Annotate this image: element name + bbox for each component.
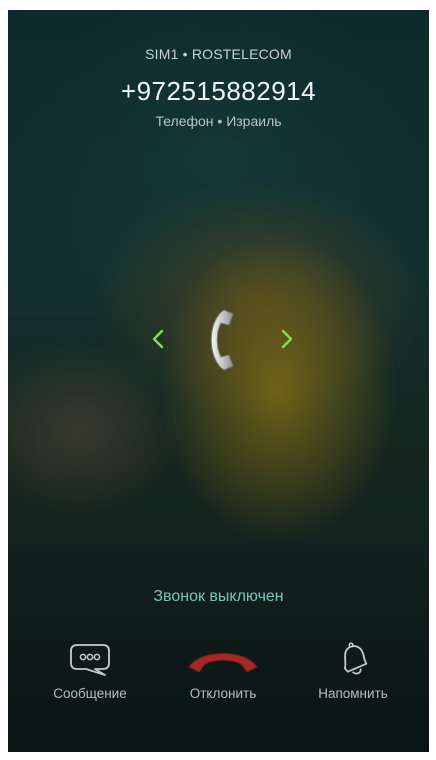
decline-handset-icon xyxy=(188,653,258,673)
remind-button-label: Напомнить xyxy=(318,686,388,701)
caller-number: +972515882914 xyxy=(120,76,317,106)
incoming-call-screen: SIM1 • ROSTELECOM +972515882914 Телефон … xyxy=(8,10,429,752)
message-bubble-icon xyxy=(70,644,110,676)
handset-icon[interactable] xyxy=(202,308,236,372)
message-button-label: Сообщение xyxy=(53,686,127,701)
bell-icon xyxy=(343,642,368,675)
decline-button-label: Отклонить xyxy=(189,686,257,701)
caller-location-label: Телефон • Израиль xyxy=(155,113,282,129)
message-button[interactable]: Сообщение xyxy=(30,640,150,701)
sim-carrier-label: SIM1 • ROSTELECOM xyxy=(145,46,292,62)
remind-button[interactable]: Напомнить xyxy=(293,640,413,701)
decline-button[interactable]: Отклонить xyxy=(163,640,283,701)
chevron-left-icon[interactable] xyxy=(150,328,166,350)
chevron-right-icon[interactable] xyxy=(279,328,295,350)
ringer-status: Звонок выключен xyxy=(153,588,284,605)
